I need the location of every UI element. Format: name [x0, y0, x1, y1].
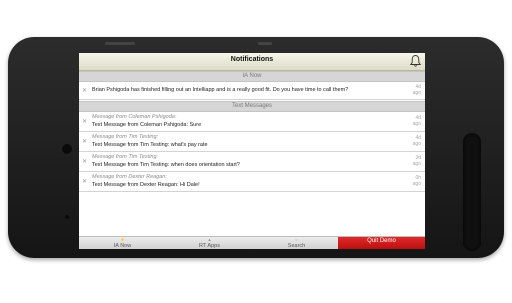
- message-sender: Message from Tim Testing:: [92, 154, 159, 160]
- app-screen: Notifications IA Now ✕ Brian Pshigoda ha…: [79, 53, 425, 249]
- list-item[interactable]: ✕ Message from Tim Testing: Text Message…: [79, 152, 425, 172]
- message-text: Text Message from Dexter Reagan: Hi Dale…: [92, 182, 200, 188]
- search-icon: ○: [295, 237, 298, 242]
- list-item[interactable]: ✕ Message from Tim Testing: Text Message…: [79, 132, 425, 152]
- message-sender: Message from Dexter Reagan:: [92, 174, 167, 180]
- dismiss-icon[interactable]: ✕: [82, 118, 87, 125]
- message-sender: Message from Tim Testing:: [92, 134, 159, 140]
- tab-label: IA Now: [113, 243, 132, 249]
- message-text: Text Message from Tim Testing: when does…: [92, 162, 240, 168]
- bell-icon[interactable]: [409, 54, 422, 68]
- timestamp: 3d ago: [412, 155, 421, 167]
- tab-search[interactable]: ○ Search: [253, 237, 340, 249]
- list-item[interactable]: ✕ Message from Dexter Reagan: Text Messa…: [79, 172, 425, 192]
- list-item[interactable]: ✕ Brian Pshigoda has finished filling ou…: [79, 82, 425, 100]
- speaker-grille: [463, 133, 481, 251]
- power-button: [258, 42, 272, 45]
- message-sender: Message from Coleman Pshigoda:: [92, 114, 177, 120]
- timestamp: 4d ago: [412, 135, 421, 147]
- header-bar: Notifications: [79, 53, 425, 71]
- volume-button: [105, 42, 135, 45]
- tab-label: Search: [287, 243, 306, 249]
- page-title: Notifications: [230, 56, 274, 63]
- section-header-text-messages: Text Messages: [79, 101, 425, 112]
- dismiss-icon[interactable]: ✕: [82, 87, 87, 94]
- bottom-tab-bar: ⚡ IA Now ▲ RT Apps ○ Search Quit Demo: [79, 236, 425, 249]
- dismiss-icon[interactable]: ✕: [82, 138, 87, 145]
- timestamp: 4d ago: [412, 84, 421, 96]
- timestamp: 4d ago: [412, 115, 421, 127]
- section-header-ia-now: IA Now: [79, 71, 425, 82]
- dismiss-icon[interactable]: ✕: [82, 158, 87, 165]
- quit-demo-button[interactable]: Quit Demo: [338, 237, 425, 249]
- tab-label: RT Apps: [199, 243, 220, 249]
- list-item[interactable]: ✕ Message from Coleman Pshigoda: Text Me…: [79, 112, 425, 132]
- dismiss-icon[interactable]: ✕: [82, 178, 87, 185]
- lightning-icon: ⚡: [120, 237, 125, 242]
- notification-text: Brian Pshigoda has finished filling out …: [92, 87, 349, 93]
- tab-rt-apps[interactable]: ▲ RT Apps: [166, 237, 253, 249]
- message-text: Text Message from Tim Testing: what's pa…: [92, 142, 208, 148]
- up-arrow-icon: ▲: [207, 237, 212, 242]
- timestamp: 0h ago: [412, 175, 421, 187]
- front-camera-icon: [62, 144, 72, 154]
- tab-ia-now[interactable]: ⚡ IA Now: [79, 237, 166, 249]
- message-text: Text Message from Coleman Pshigoda: Sure: [92, 122, 202, 128]
- sensor-icon: [65, 215, 69, 219]
